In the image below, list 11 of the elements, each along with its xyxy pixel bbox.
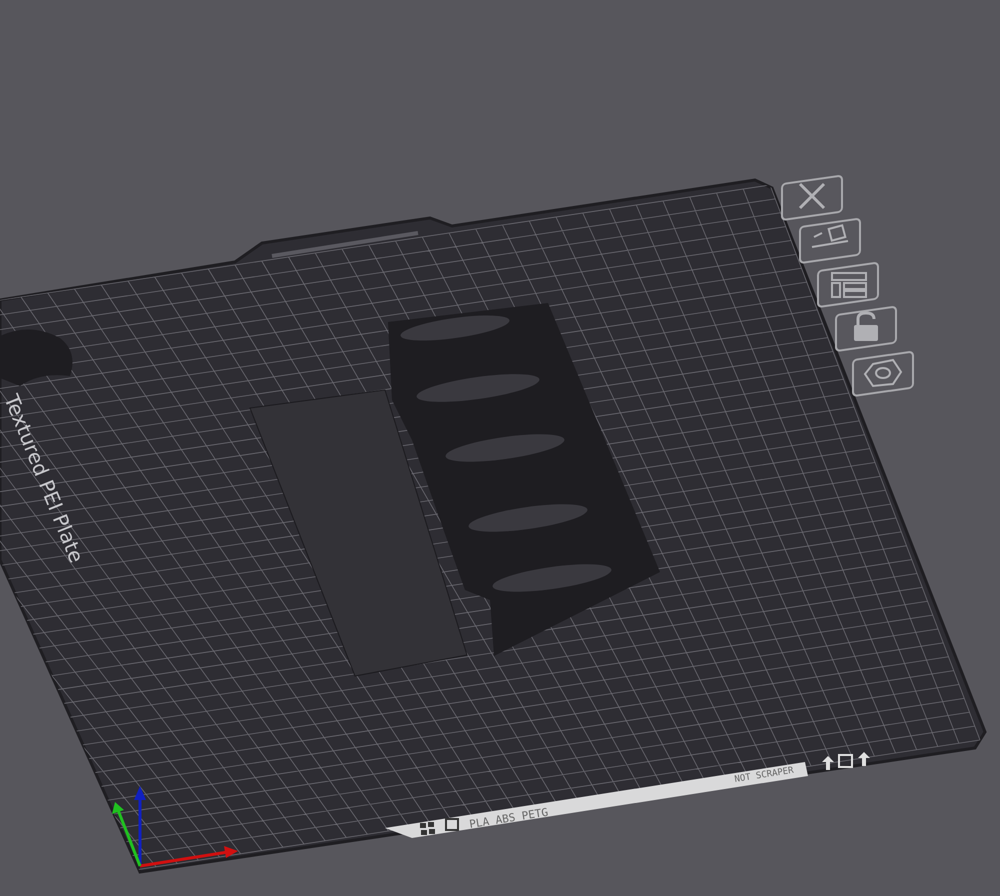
layout-button[interactable] xyxy=(817,262,879,308)
grid-icon xyxy=(420,822,435,835)
settings-button[interactable] xyxy=(852,350,914,397)
close-button[interactable] xyxy=(781,174,843,221)
scraper-note: NOT SCRAPER xyxy=(734,766,794,785)
nozzle-icons xyxy=(822,752,870,770)
filament-label: PLA ABS PETG xyxy=(468,806,549,831)
arrange-button[interactable] xyxy=(799,218,861,264)
square-icon xyxy=(445,818,459,831)
lock-button[interactable] xyxy=(835,306,897,352)
axes-icon xyxy=(112,786,238,868)
